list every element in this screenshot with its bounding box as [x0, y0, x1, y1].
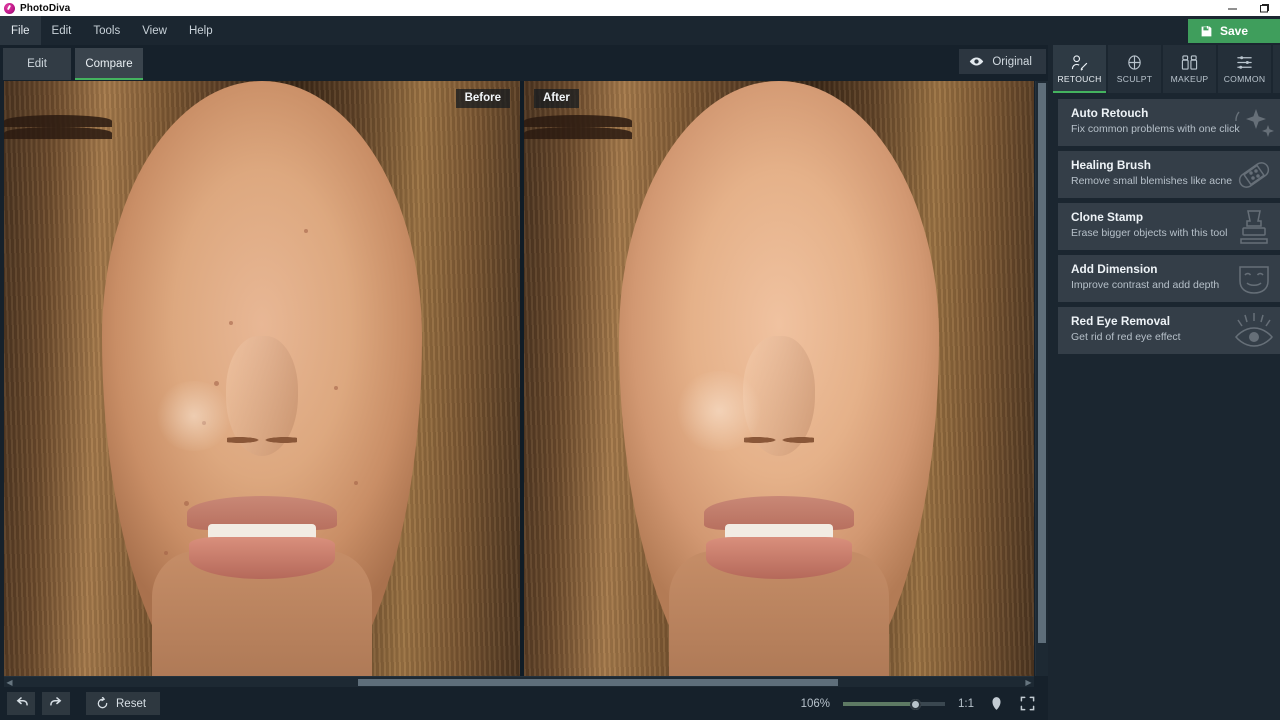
redo-button[interactable]	[42, 692, 70, 715]
makeup-bottles-icon	[1181, 54, 1198, 71]
after-portrait-image	[524, 81, 1034, 676]
eye-rays-icon	[1235, 313, 1273, 347]
photo-viewport[interactable]: Before After	[4, 81, 1034, 676]
after-pane[interactable]: After	[524, 81, 1034, 676]
bandage-icon	[1238, 162, 1270, 188]
zoom-level-label: 106%	[800, 697, 830, 710]
tab-makeup-label: MAKEUP	[1170, 74, 1209, 84]
tab-common-label: COMMON	[1223, 74, 1266, 84]
retouch-wand-icon	[1071, 54, 1088, 71]
vertical-scrollbar-thumb[interactable]	[1038, 83, 1046, 643]
window-controls	[1216, 0, 1280, 16]
right-panel: RETOUCH SCULPT MAKEUP COMMON Auto Retouc…	[1048, 45, 1280, 720]
after-label: After	[534, 89, 579, 108]
zoom-slider-fill	[843, 701, 916, 706]
menu-bar: File Edit Tools View Help Save	[0, 16, 1280, 45]
eye-icon	[970, 57, 984, 66]
tab-sculpt[interactable]: SCULPT	[1108, 45, 1161, 93]
zoom-slider[interactable]	[843, 698, 945, 710]
minimize-icon[interactable]	[1216, 0, 1248, 16]
tab-retouch-label: RETOUCH	[1057, 74, 1102, 84]
canvas-vertical-scrollbar[interactable]	[1035, 81, 1048, 676]
reset-circle-icon	[97, 697, 108, 709]
compare-canvas[interactable]: Before After ◀ ▶	[0, 80, 1048, 687]
tab-common[interactable]: COMMON	[1218, 45, 1271, 93]
right-panel-tabs: RETOUCH SCULPT MAKEUP COMMON	[1048, 45, 1280, 93]
zoom-slider-knob[interactable]	[910, 698, 922, 710]
sliders-icon	[1236, 54, 1253, 71]
menu-item-help[interactable]: Help	[178, 16, 224, 45]
save-button-label: Save	[1220, 24, 1249, 38]
tool-healing-brush[interactable]: Healing Brush Remove small blemishes lik…	[1058, 151, 1280, 198]
before-pane[interactable]: Before	[4, 81, 520, 676]
tool-auto-retouch[interactable]: Auto Retouch Fix common problems with on…	[1058, 99, 1280, 146]
menu-item-file[interactable]: File	[0, 16, 41, 45]
tab-effects[interactable]: EF	[1273, 45, 1280, 93]
title-bar: PhotoDiva	[0, 0, 1280, 16]
sculpt-circle-icon	[1126, 54, 1143, 71]
fit-screen-icon[interactable]	[1018, 695, 1036, 713]
tab-makeup[interactable]: MAKEUP	[1163, 45, 1216, 93]
fit-face-icon[interactable]	[987, 695, 1005, 713]
menu-item-edit[interactable]: Edit	[41, 16, 83, 45]
floppy-disk-icon	[1201, 25, 1212, 36]
zoom-controls: 106% 1:1	[801, 695, 1048, 713]
save-button[interactable]: Save	[1188, 19, 1280, 43]
original-toggle-label: Original	[992, 55, 1032, 68]
undo-button[interactable]	[7, 692, 35, 715]
tab-edit[interactable]: Edit	[3, 48, 71, 80]
reset-button-label: Reset	[116, 697, 147, 710]
tab-compare[interactable]: Compare	[75, 48, 143, 80]
tool-add-dimension[interactable]: Add Dimension Improve contrast and add d…	[1058, 255, 1280, 302]
actual-size-button[interactable]: 1:1	[958, 698, 974, 710]
tool-list: Auto Retouch Fix common problems with on…	[1048, 93, 1280, 354]
app-title: PhotoDiva	[20, 2, 71, 14]
maximize-icon[interactable]	[1248, 0, 1280, 16]
horizontal-scrollbar-thumb[interactable]	[358, 679, 838, 686]
original-toggle[interactable]: Original	[959, 49, 1046, 74]
bottom-bar: Reset 106% 1:1	[0, 687, 1048, 720]
before-label: Before	[455, 89, 510, 108]
sparkle-icon	[1235, 109, 1274, 137]
photodiva-logo-icon	[4, 2, 15, 14]
tool-red-eye-removal[interactable]: Red Eye Removal Get rid of red eye effec…	[1058, 307, 1280, 354]
menu-item-tools[interactable]: Tools	[82, 16, 131, 45]
tool-clone-stamp[interactable]: Clone Stamp Erase bigger objects with th…	[1058, 203, 1280, 250]
tab-sculpt-label: SCULPT	[1116, 74, 1153, 84]
reset-button[interactable]: Reset	[86, 692, 161, 715]
before-portrait-image	[4, 81, 520, 676]
face-mask-icon	[1239, 266, 1269, 294]
menu-item-view[interactable]: View	[131, 16, 178, 45]
tab-retouch[interactable]: RETOUCH	[1053, 45, 1106, 93]
stamp-icon	[1240, 210, 1268, 244]
canvas-horizontal-scrollbar[interactable]: ◀ ▶	[4, 676, 1034, 687]
